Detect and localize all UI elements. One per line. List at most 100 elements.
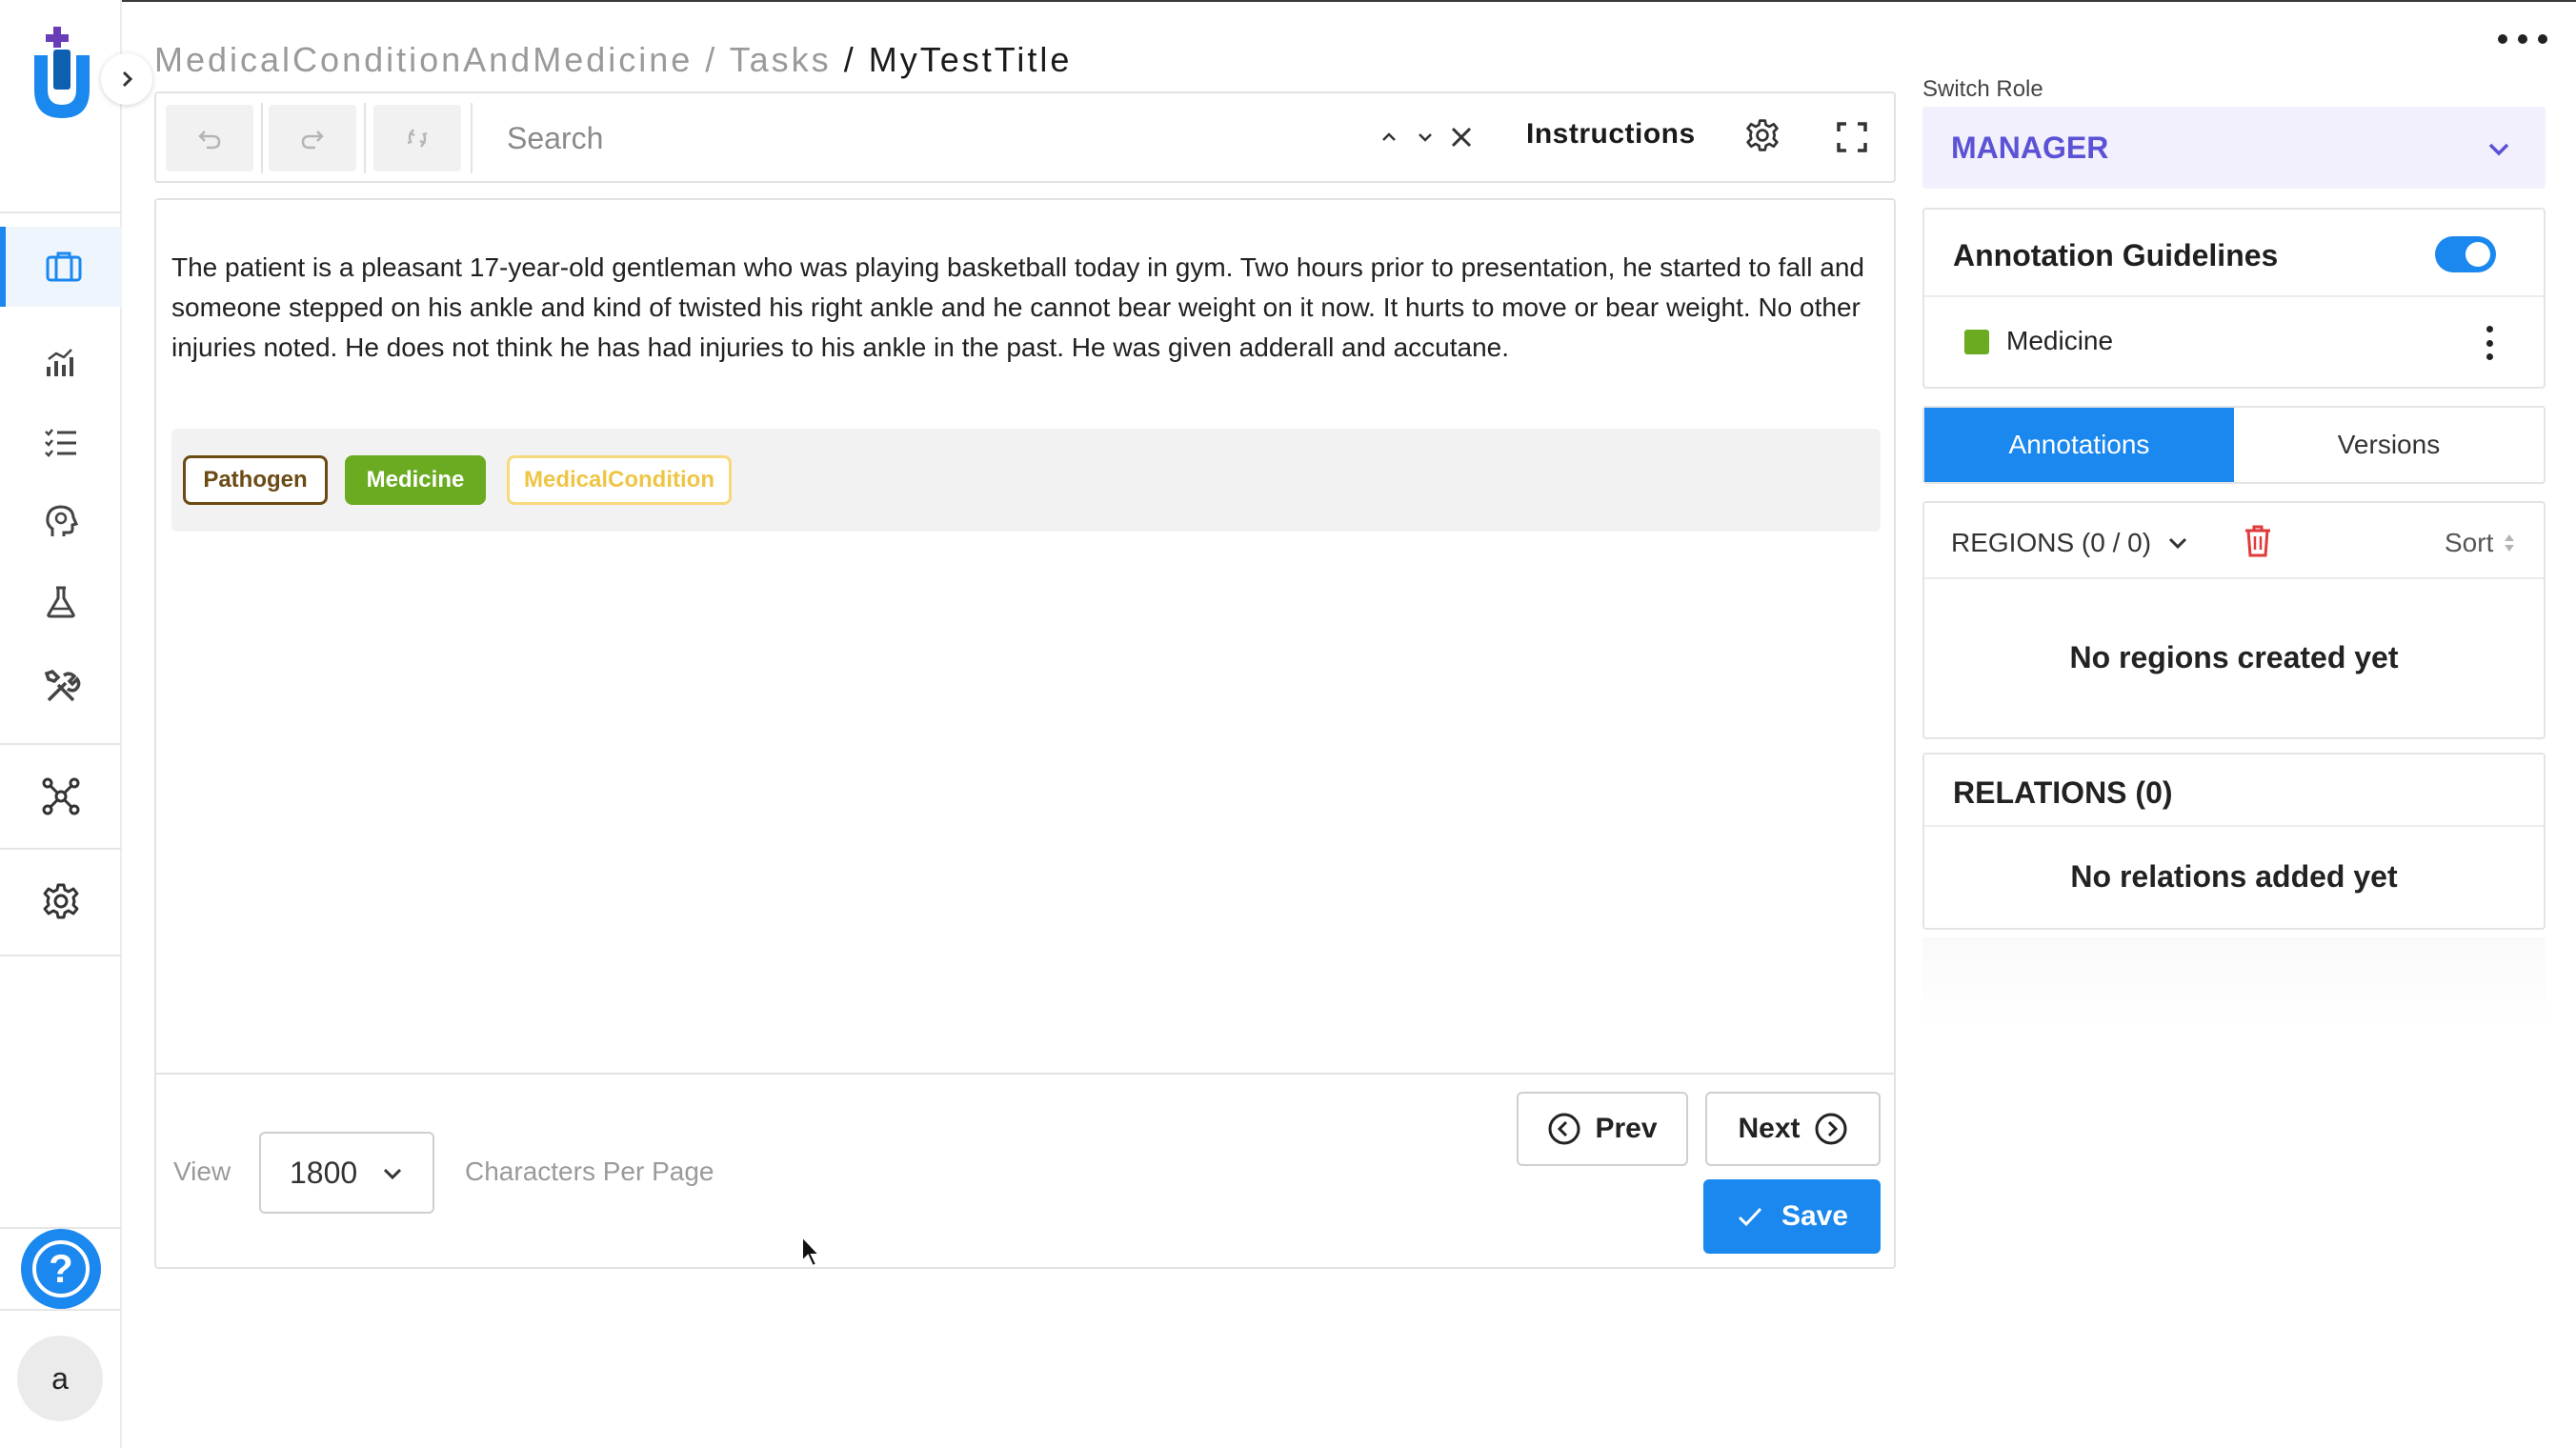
prev-page-button[interactable]: Prev [1517,1092,1688,1166]
prev-label: Prev [1595,1113,1658,1144]
delete-regions-button[interactable] [2243,524,2273,563]
regions-header: REGIONS (0 / 0) Sort [1924,503,2544,579]
editor-toolbar: Instructions [154,91,1896,183]
nav-separator [0,743,122,745]
help-icon: ? [32,1240,90,1297]
analytics-chart-icon [47,349,73,376]
view-label: View [173,1156,231,1186]
sort-label: Sort [2445,528,2494,557]
nav-separator [0,848,122,850]
redo-button[interactable] [269,105,356,171]
panel-divider [1924,295,2544,297]
chevron-down-icon [2488,143,2509,156]
relations-title: RELATIONS (0) [1953,775,2173,810]
instructions-button[interactable]: Instructions [1526,118,1696,151]
guidelines-toggle[interactable] [2435,236,2496,272]
relations-panel: RELATIONS (0) No relations added yet [1922,753,2546,930]
tab-annotations[interactable]: Annotations [1924,408,2234,482]
tools-icon [44,669,81,702]
close-icon [1451,127,1472,148]
sort-button[interactable]: Sort [2445,528,2516,558]
label-tag-medicine[interactable]: Medicine [345,455,486,505]
trash-icon [2245,525,2270,557]
sidebar-tabs: Annotations Versions [1922,406,2546,484]
sidebar: ? a [0,0,122,1448]
mouse-cursor-icon [801,1235,822,1268]
sidebar-item-models[interactable] [0,482,122,562]
role-value: MANAGER [1951,130,2109,165]
help-button[interactable]: ? [21,1229,101,1309]
sort-arrows-icon [2505,534,2515,552]
gear-icon [1746,119,1779,151]
annotation-guidelines-panel: Annotation Guidelines Medicine [1922,208,2546,389]
panel-fade [1922,937,2546,1033]
chars-per-page-label: Characters Per Page [465,1156,714,1186]
label-color-swatch [1964,330,1989,354]
sidebar-item-tools[interactable] [0,648,122,728]
sidebar-item-tasks[interactable] [0,402,122,482]
breadcrumb-separator: / [843,40,869,79]
sidebar-item-projects[interactable] [0,227,122,307]
regions-title: REGIONS (0 / 0) [1951,528,2152,557]
fullscreen-icon [1837,122,1867,152]
gear-icon [43,883,79,919]
guideline-label-name[interactable]: Medicine [2006,326,2113,356]
next-page-button[interactable]: Next [1705,1092,1881,1166]
flask-icon [47,586,75,618]
relations-header: RELATIONS (0) [1924,754,2544,827]
fullscreen-button[interactable] [1833,118,1871,156]
search-clear-button[interactable] [1442,118,1480,156]
breadcrumb-project[interactable]: MedicalConditionAndMedicine [154,40,693,79]
brain-head-icon [46,505,79,536]
document-text[interactable]: The patient is a pleasant 17-year-old ge… [171,248,1886,368]
chevron-right-circle-icon [1815,1113,1847,1145]
nav-separator [0,1309,122,1311]
breadcrumb-current: MyTestTitle [868,40,1073,79]
editor-settings-button[interactable] [1743,116,1781,154]
nav-separator [0,211,122,213]
reset-icon [407,129,428,148]
sidebar-item-settings[interactable] [0,861,122,941]
tab-versions[interactable]: Versions [2234,408,2544,482]
sidebar-item-integrations[interactable] [0,756,122,836]
role-select[interactable]: MANAGER [1922,107,2546,189]
breadcrumb-tasks[interactable]: Tasks [730,40,832,79]
search-prev-button[interactable] [1370,118,1408,156]
app-logo[interactable] [29,27,95,126]
kebab-menu-icon[interactable] [2485,326,2494,360]
label-tag-medical-condition[interactable]: MedicalCondition [507,455,732,505]
chars-per-page-value: 1800 [290,1155,358,1190]
undo-button[interactable] [166,105,253,171]
sidebar-item-experiments[interactable] [0,562,122,642]
nav-separator [0,955,122,956]
search-input[interactable] [507,107,1364,170]
check-icon [1738,1207,1762,1227]
avatar[interactable]: a [17,1336,103,1421]
regions-toggle[interactable]: REGIONS (0 / 0) [1951,528,2189,558]
chevron-down-icon [383,1168,402,1180]
editor-footer-divider [156,1073,1894,1075]
sidebar-item-analytics[interactable] [0,322,122,402]
top-border [0,0,2576,2]
breadcrumb: MedicalConditionAndMedicine / Tasks / My… [154,40,1072,80]
labels-bar: Pathogen Medicine MedicalCondition [171,429,1881,532]
briefcase-icon [46,251,82,282]
guidelines-title: Annotation Guidelines [1953,238,2279,272]
save-button[interactable]: Save [1703,1179,1881,1254]
more-options-icon[interactable] [2498,25,2547,53]
search-next-button[interactable] [1406,118,1444,156]
annotation-editor: The patient is a pleasant 17-year-old ge… [154,198,1896,1269]
chevron-right-icon [122,70,133,88]
toolbar-divider [364,103,366,173]
chevron-left-circle-icon [1548,1113,1580,1145]
save-label: Save [1781,1200,1849,1232]
breadcrumb-separator: / [705,40,730,79]
sidebar-expand-button[interactable] [101,53,152,105]
chevron-down-icon [1419,133,1432,142]
chevron-up-icon [1382,132,1396,141]
label-tag-pathogen[interactable]: Pathogen [183,455,328,505]
chars-per-page-select[interactable]: 1800 [259,1132,434,1214]
reset-button[interactable] [373,105,461,171]
relations-empty-message: No relations added yet [2070,859,2398,894]
toolbar-divider [261,103,263,173]
